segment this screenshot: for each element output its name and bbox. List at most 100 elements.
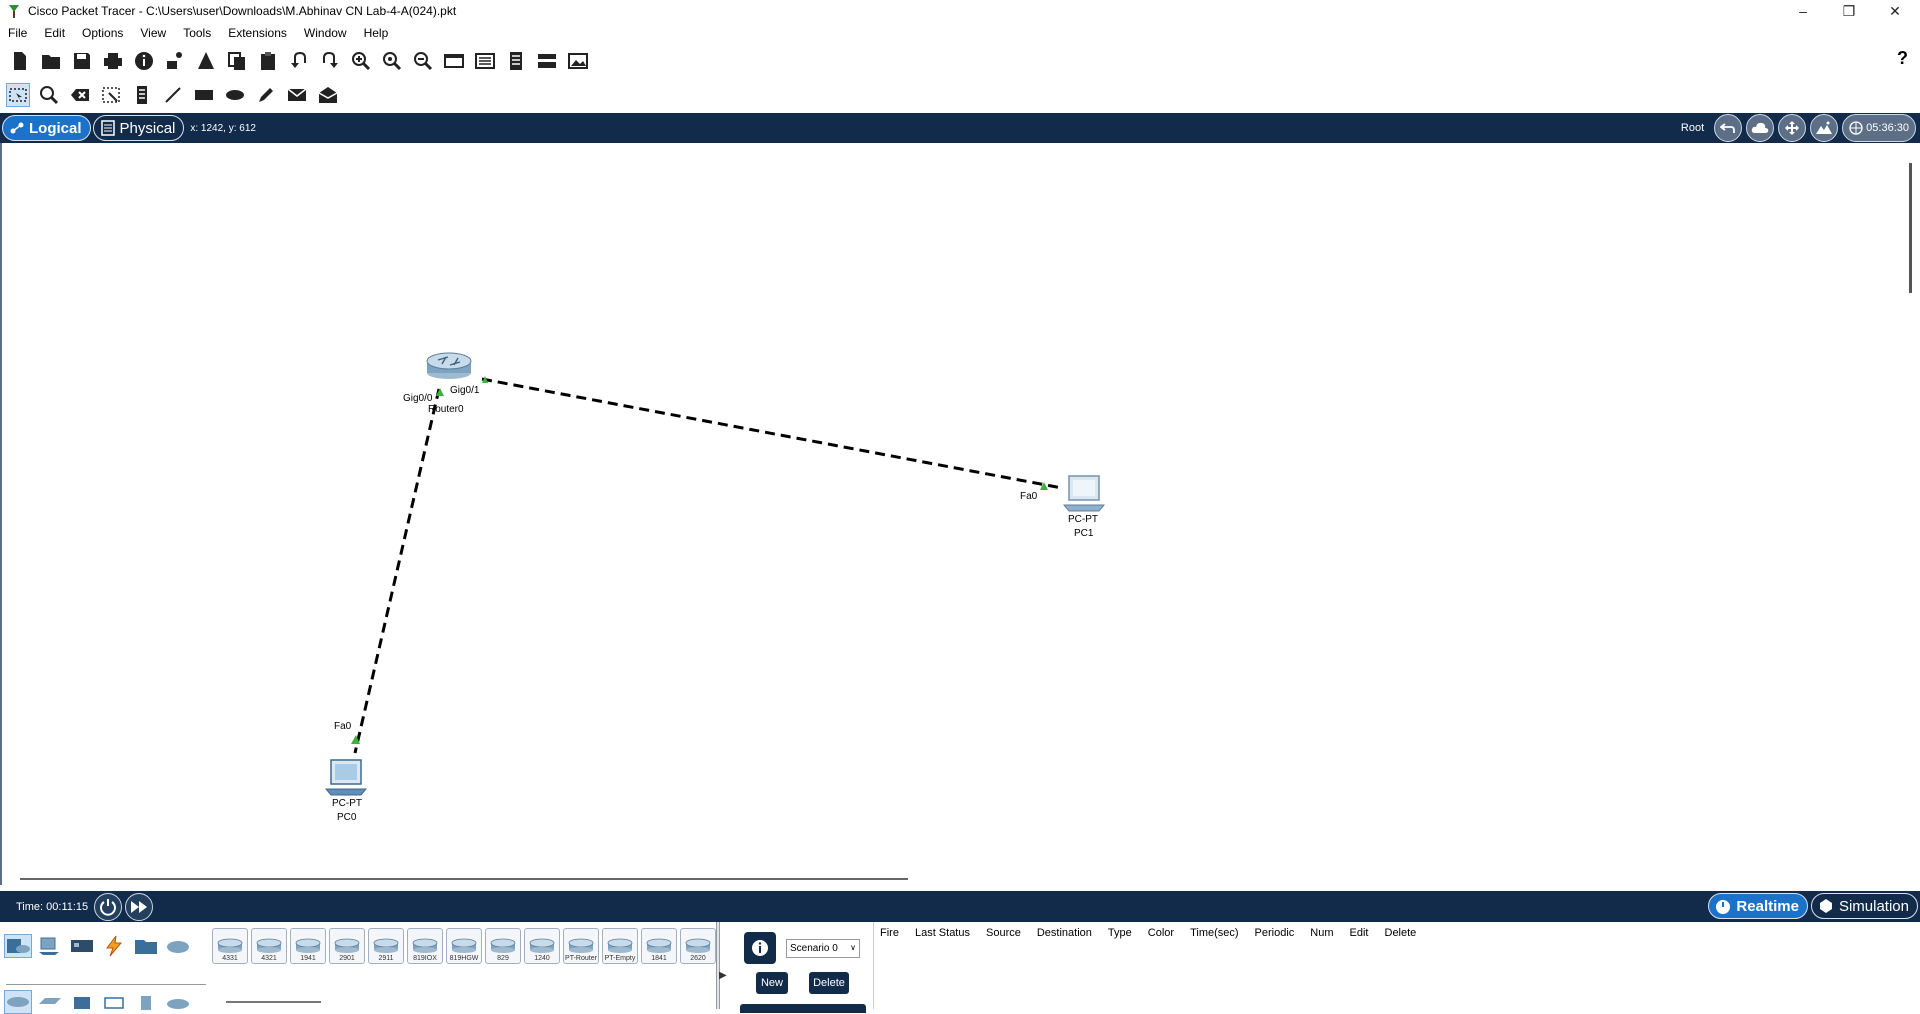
- undo-button[interactable]: [287, 49, 311, 73]
- zoom-out-button[interactable]: [411, 49, 435, 73]
- pc0-type-label: PC-PT: [332, 798, 362, 809]
- print-button[interactable]: [101, 49, 125, 73]
- vertical-scrollbar[interactable]: [1909, 163, 1912, 293]
- redo-button[interactable]: [318, 49, 342, 73]
- resize-tool-button[interactable]: [99, 83, 123, 107]
- device-model-item[interactable]: PT-Router: [563, 928, 599, 964]
- copy-button[interactable]: [225, 49, 249, 73]
- custom-devices-button[interactable]: [473, 49, 497, 73]
- cloud-icon: [1751, 122, 1769, 133]
- drawing-palette-button[interactable]: [442, 49, 466, 73]
- multiuser-category[interactable]: [164, 934, 192, 958]
- tab-logical[interactable]: Logical: [2, 115, 91, 141]
- realtime-mode-tab[interactable]: Realtime: [1708, 893, 1808, 919]
- wireless-subcategory[interactable]: [100, 990, 128, 1014]
- miscellaneous-category[interactable]: [132, 934, 160, 958]
- logical-workspace[interactable]: Gig0/0 Gig0/1 Router0 Fa0 PC-PT PC1 Fa0 …: [0, 143, 1920, 885]
- scenario-select[interactable]: Scenario 0 ∨: [786, 939, 860, 958]
- new-file-button[interactable]: [8, 49, 32, 73]
- globe-icon: [1849, 121, 1863, 135]
- back-button[interactable]: [1714, 114, 1743, 142]
- help-icon[interactable]: ?: [1897, 48, 1908, 69]
- router-model-icon: [295, 938, 321, 953]
- model-list-scrollbar[interactable]: [226, 1001, 321, 1003]
- link-router0-pc1[interactable]: [481, 377, 1063, 490]
- device-model-item[interactable]: PT-Empty: [602, 928, 638, 964]
- device-model-item[interactable]: 2901: [329, 928, 365, 964]
- device-model-item[interactable]: 2911: [368, 928, 404, 964]
- expand-arrow-icon[interactable]: ▶: [719, 970, 727, 981]
- viewport-clock[interactable]: 05:36:30: [1842, 114, 1916, 142]
- menu-tools[interactable]: Tools: [183, 26, 211, 40]
- device-model-item[interactable]: 4321: [251, 928, 287, 964]
- screenshot-button[interactable]: [566, 49, 590, 73]
- open-button[interactable]: [39, 49, 63, 73]
- network-info-button[interactable]: [163, 49, 187, 73]
- zoom-reset-button[interactable]: [380, 49, 404, 73]
- link-router0-pc0[interactable]: [353, 388, 441, 754]
- device-model-item[interactable]: 4331: [212, 928, 248, 964]
- menu-window[interactable]: Window: [304, 26, 347, 40]
- restore-button[interactable]: ❐: [1826, 0, 1872, 22]
- wan-emulation-subcategory[interactable]: [164, 990, 192, 1014]
- new-cluster-button[interactable]: [1746, 114, 1775, 142]
- menu-help[interactable]: Help: [364, 26, 389, 40]
- draw-rectangle-button[interactable]: [192, 83, 216, 107]
- device-model-item[interactable]: 1841: [641, 928, 677, 964]
- routers-subcategory[interactable]: [4, 990, 32, 1014]
- device-template-button[interactable]: [535, 49, 559, 73]
- menu-file[interactable]: File: [8, 26, 27, 40]
- panel-divider[interactable]: [716, 922, 720, 1009]
- pdu-list-button[interactable]: [504, 49, 528, 73]
- power-cycle-button[interactable]: [94, 892, 123, 921]
- menu-edit[interactable]: Edit: [44, 26, 65, 40]
- menu-extensions[interactable]: Extensions: [228, 26, 287, 40]
- add-simple-pdu-button[interactable]: [285, 83, 309, 107]
- network-devices-category[interactable]: [4, 934, 32, 958]
- device-model-item[interactable]: 819HGW: [446, 928, 482, 964]
- close-button[interactable]: ✕: [1872, 0, 1918, 22]
- device-model-item[interactable]: 819IOX: [407, 928, 443, 964]
- components-category[interactable]: [68, 934, 96, 958]
- device-model-label: 1240: [534, 955, 550, 962]
- device-model-item[interactable]: 2620: [680, 928, 716, 964]
- draw-line-button[interactable]: [161, 83, 185, 107]
- note-tool-button[interactable]: [130, 83, 154, 107]
- set-background-button[interactable]: [1810, 114, 1839, 142]
- simulation-mode-tab[interactable]: Simulation: [1810, 893, 1918, 919]
- draw-ellipse-button[interactable]: [223, 83, 247, 107]
- save-button[interactable]: [70, 49, 94, 73]
- ellipse-icon: [226, 90, 244, 100]
- activity-wizard-button[interactable]: [194, 49, 218, 73]
- paste-button[interactable]: [256, 49, 280, 73]
- inspect-tool-button[interactable]: [37, 83, 61, 107]
- move-object-button[interactable]: [1778, 114, 1807, 142]
- security-subcategory[interactable]: [132, 990, 160, 1014]
- device-model-item[interactable]: 1941: [290, 928, 326, 964]
- delete-tool-button[interactable]: [68, 83, 92, 107]
- delete-scenario-button[interactable]: Delete: [809, 972, 849, 994]
- router0-icon[interactable]: [426, 352, 472, 379]
- fast-forward-button[interactable]: [125, 892, 154, 921]
- pc0-icon[interactable]: [324, 759, 368, 796]
- zoom-in-button[interactable]: [349, 49, 373, 73]
- minimize-button[interactable]: –: [1780, 0, 1826, 22]
- device-model-item[interactable]: 829: [485, 928, 521, 964]
- info-button[interactable]: [132, 49, 156, 73]
- horizontal-scrollbar[interactable]: [20, 878, 908, 880]
- connections-category[interactable]: [100, 934, 128, 958]
- pc1-icon[interactable]: [1062, 475, 1106, 512]
- new-scenario-button[interactable]: New: [756, 972, 788, 994]
- add-complex-pdu-button[interactable]: [316, 83, 340, 107]
- hubs-subcategory[interactable]: [68, 990, 96, 1014]
- folder-devices-icon: [135, 940, 157, 954]
- menu-options[interactable]: Options: [82, 26, 123, 40]
- menu-view[interactable]: View: [140, 26, 166, 40]
- freeform-tool-button[interactable]: [254, 83, 278, 107]
- device-model-item[interactable]: 1240: [524, 928, 560, 964]
- switches-subcategory[interactable]: [36, 990, 64, 1014]
- end-devices-category[interactable]: [36, 934, 64, 958]
- select-tool-button[interactable]: [6, 83, 30, 107]
- scenario-info-button[interactable]: [744, 932, 776, 964]
- tab-physical[interactable]: Physical: [92, 115, 185, 141]
